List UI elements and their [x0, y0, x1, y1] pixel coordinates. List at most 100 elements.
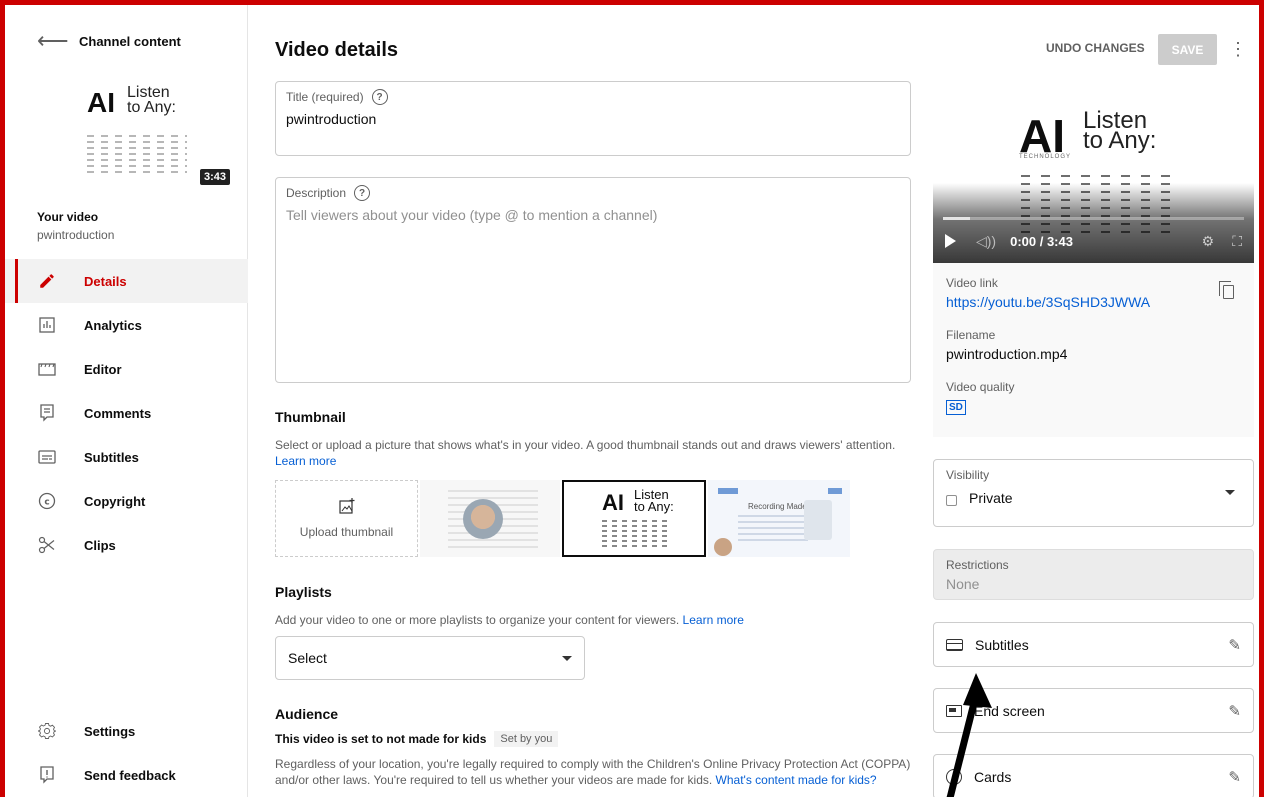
lock-icon: [946, 494, 957, 506]
sidebar-item-subtitles[interactable]: Subtitles: [5, 435, 248, 479]
description-field[interactable]: Description ? Tell viewers about your vi…: [275, 177, 911, 383]
thumbnail-logo: AI: [87, 87, 115, 118]
save-button[interactable]: SAVE: [1158, 34, 1217, 65]
copyright-icon: c: [37, 491, 57, 511]
edit-pencil-icon[interactable]: ✎: [1228, 636, 1241, 654]
sidebar-item-clips[interactable]: Clips: [5, 523, 248, 567]
sidebar-video-thumbnail[interactable]: AI Listen to Any: 3:43: [65, 77, 230, 185]
scissors-icon: [37, 535, 57, 555]
end-screen-option[interactable]: End screen ✎: [933, 688, 1254, 733]
sidebar-item-analytics[interactable]: Analytics: [5, 303, 248, 347]
subtitles-icon: [37, 447, 57, 467]
preview-tech-label: TECHNOLOGY: [1019, 154, 1072, 160]
svg-text:c: c: [44, 498, 49, 508]
video-preview[interactable]: AI Listen to Any: TECHNOLOGY ◁)) 0:00 / 3…: [933, 81, 1254, 263]
sidebar-item-label: Send feedback: [84, 767, 176, 783]
sidebar-nav: Details Analytics Editor Comments Subtit…: [5, 259, 248, 567]
description-field-label: Description: [286, 186, 347, 200]
playlist-select[interactable]: Select: [275, 636, 585, 680]
filename-value: pwintroduction.mp4: [946, 346, 1068, 362]
sidebar-item-details[interactable]: Details: [5, 259, 248, 303]
upload-thumbnail-button[interactable]: Upload thumbnail: [275, 480, 418, 557]
thumbnail-option-2-line-2: to Any:: [634, 499, 674, 514]
gear-icon: [37, 721, 57, 741]
thumbnail-option-3-text-lines: [738, 515, 808, 545]
preview-shade: [933, 183, 1254, 263]
playback-time: 0:00 / 3:43: [1010, 233, 1073, 249]
sidebar-item-copyright[interactable]: c Copyright: [5, 479, 248, 523]
help-icon[interactable]: ?: [354, 185, 371, 201]
thumbnail-option-2-logo: AI: [602, 490, 624, 515]
sidebar-item-label: Copyright: [84, 493, 146, 509]
made-for-kids-link[interactable]: What's content made for kids?: [716, 773, 877, 787]
playlists-title: Playlists: [275, 584, 332, 600]
video-quality-label: Video quality: [946, 380, 1015, 394]
playlists-learn-more-link[interactable]: Learn more: [683, 613, 744, 627]
more-options-icon[interactable]: ⋮: [1229, 39, 1247, 59]
made-for-kids-status: This video is set to not made for kids S…: [275, 731, 559, 747]
sidebar-item-label: Editor: [84, 361, 122, 377]
sidebar-bottom-nav: Settings Send feedback: [5, 709, 248, 797]
thumbnail-option-3-portrait: [714, 538, 732, 556]
playlists-text: Add your video to one or more playlists …: [275, 613, 680, 627]
fullscreen-icon[interactable]: ⛶: [1232, 233, 1242, 250]
help-icon[interactable]: ?: [371, 89, 388, 105]
thumbnail-logo-line-2: to Any:: [127, 99, 176, 116]
title-input[interactable]: pwintroduction: [286, 111, 900, 127]
title-field-label-row: Title (required) ?: [286, 89, 900, 105]
sidebar-title: Channel content: [79, 33, 181, 49]
sidebar-item-label: Details: [84, 273, 127, 289]
visibility-value-row: Private: [946, 490, 1241, 506]
page-title: Video details: [275, 39, 399, 61]
thumbnail-option-1[interactable]: [420, 480, 560, 557]
audience-title: Audience: [275, 706, 339, 722]
description-input[interactable]: Tell viewers about your video (type @ to…: [286, 207, 900, 223]
thumbnail-option-2-logo-sub: Listen to Any:: [634, 488, 674, 514]
upload-thumbnail-label: Upload thumbnail: [299, 525, 394, 539]
video-link[interactable]: https://youtu.be/3SqSHD3JWWA: [946, 294, 1241, 310]
subtitles-option[interactable]: Subtitles ✎: [933, 622, 1254, 667]
sidebar-item-label: Clips: [84, 537, 116, 553]
sidebar: ⟵ Channel content AI Listen to Any: 3:43 …: [5, 5, 248, 797]
thumbnail-option-2[interactable]: AI Listen to Any:: [562, 480, 706, 557]
copy-icon[interactable]: [1219, 281, 1234, 299]
video-link-label: Video link: [946, 276, 998, 290]
thumbnail-title: Thumbnail: [275, 409, 346, 425]
audience-description: Regardless of your location, you're lega…: [275, 756, 911, 788]
volume-icon[interactable]: ◁)): [976, 233, 996, 250]
play-icon[interactable]: [945, 234, 956, 248]
sidebar-item-send-feedback[interactable]: Send feedback: [5, 753, 248, 797]
title-field[interactable]: Title (required) ? pwintroduction: [275, 81, 911, 156]
made-for-kids-text: This video is set to not made for kids: [275, 732, 487, 746]
cards-option[interactable]: i Cards ✎: [933, 754, 1254, 797]
sidebar-item-editor[interactable]: Editor: [5, 347, 248, 391]
thumbnail-description: Select or upload a picture that shows wh…: [275, 437, 915, 469]
thumbnail-text: Select or upload a picture that shows wh…: [275, 438, 896, 452]
editor-icon: [37, 359, 57, 379]
player-settings-icon[interactable]: ⚙: [1202, 233, 1215, 250]
preview-logo-sub: Listen to Any:: [1083, 109, 1156, 153]
restrictions-label: Restrictions: [946, 558, 1009, 572]
sidebar-item-settings[interactable]: Settings: [5, 709, 248, 753]
edit-pencil-icon[interactable]: ✎: [1228, 702, 1241, 720]
visibility-select[interactable]: Visibility Private: [933, 459, 1254, 527]
thumbnail-option-3-nav-bar: [828, 488, 842, 494]
playlist-select-value: Select: [288, 650, 327, 666]
restrictions-value: None: [946, 576, 980, 592]
thumbnail-learn-more-link[interactable]: Learn more: [275, 454, 336, 468]
thumbnail-format-grid: [87, 135, 187, 175]
video-info: Video link https://youtu.be/3SqSHD3JWWA …: [933, 263, 1254, 437]
chevron-down-icon: [1225, 490, 1235, 495]
player-controls: ◁)) 0:00 / 3:43 ⚙ ⛶: [945, 231, 1242, 251]
undo-changes-button[interactable]: UNDO CHANGES: [1046, 41, 1145, 55]
thumbnail-option-3[interactable]: Recording Made Easy: [708, 480, 850, 557]
comments-icon: [37, 403, 57, 423]
set-by-you-badge: Set by you: [494, 731, 559, 747]
end-screen-option-label: End screen: [974, 702, 1045, 719]
subtitles-option-label: Subtitles: [975, 636, 1029, 653]
sidebar-item-comments[interactable]: Comments: [5, 391, 248, 435]
progress-bar[interactable]: [943, 217, 1244, 220]
edit-pencil-icon[interactable]: ✎: [1228, 768, 1241, 786]
thumbnail-logo-sub: Listen to Any:: [127, 85, 176, 116]
back-arrow-icon[interactable]: ⟵: [37, 30, 69, 52]
